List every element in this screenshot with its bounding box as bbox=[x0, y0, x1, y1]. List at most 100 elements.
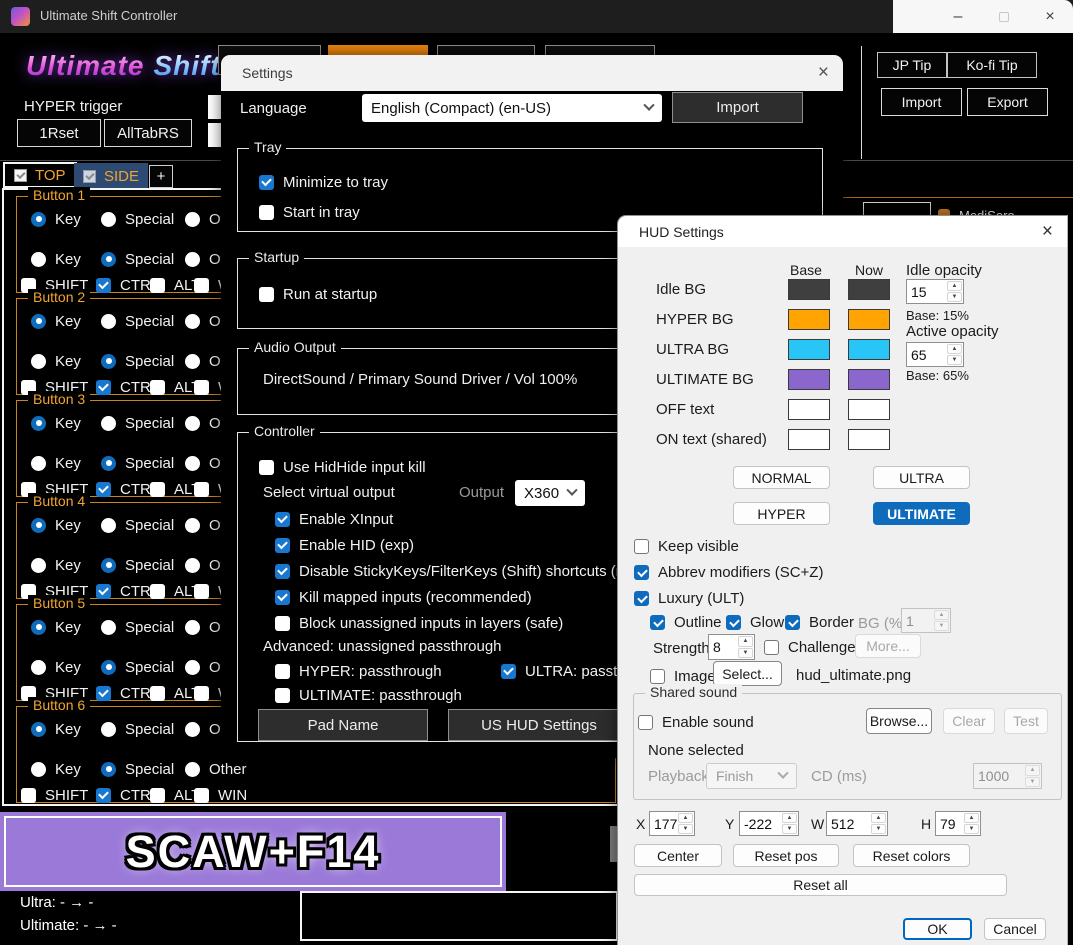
color-swatch-base[interactable] bbox=[788, 429, 830, 450]
checkbox-icon[interactable] bbox=[634, 539, 649, 554]
checkbox-icon[interactable] bbox=[194, 482, 209, 497]
checkbox-shift[interactable]: SHIFT bbox=[21, 785, 88, 805]
checkbox-icon[interactable] bbox=[634, 565, 649, 580]
radio-special-2[interactable]: Special bbox=[101, 555, 174, 575]
radio-icon[interactable] bbox=[185, 518, 200, 533]
idle-opacity-spinner[interactable]: 15 ▲▼ bbox=[906, 279, 964, 304]
outline-checkbox[interactable]: Outline bbox=[650, 612, 722, 633]
checkbox-icon[interactable] bbox=[650, 669, 665, 684]
jp-tip-button[interactable]: JP Tip bbox=[877, 52, 947, 78]
radio-key-2[interactable]: Key bbox=[31, 249, 81, 269]
radio-icon[interactable] bbox=[31, 518, 46, 533]
checkbox-icon[interactable] bbox=[275, 538, 290, 553]
checkbox-alt[interactable]: ALT bbox=[150, 683, 200, 703]
checkbox-icon[interactable] bbox=[259, 287, 274, 302]
radio-key-2[interactable]: Key bbox=[31, 657, 81, 677]
color-swatch-now[interactable] bbox=[848, 399, 890, 420]
hyper-passthrough-checkbox[interactable]: HYPER: passthrough bbox=[275, 661, 442, 681]
us-hud-settings-button[interactable]: US HUD Settings bbox=[448, 709, 630, 741]
spinner-up-icon[interactable]: ▲ bbox=[678, 813, 693, 823]
radio-key[interactable]: Key bbox=[31, 413, 81, 433]
radio-key[interactable]: Key bbox=[31, 617, 81, 637]
kofi-tip-button[interactable]: Ko-fi Tip bbox=[947, 52, 1037, 78]
color-swatch-base[interactable] bbox=[788, 309, 830, 330]
cancel-button[interactable]: Cancel bbox=[984, 918, 1046, 940]
block-unassigned-checkbox[interactable]: Block unassigned inputs in layers (safe) bbox=[275, 613, 563, 633]
color-swatch-now[interactable] bbox=[848, 309, 890, 330]
checkbox-icon[interactable] bbox=[726, 615, 741, 630]
language-import-button[interactable]: Import bbox=[672, 92, 803, 123]
radio-other-2[interactable]: Other bbox=[185, 759, 247, 779]
color-swatch-base[interactable] bbox=[788, 279, 830, 300]
checkbox-icon[interactable] bbox=[21, 788, 36, 803]
language-select[interactable]: English (Compact) (en-US) bbox=[362, 94, 662, 122]
checkbox-icon[interactable] bbox=[275, 564, 290, 579]
checkbox-icon[interactable] bbox=[764, 640, 779, 655]
radio-icon[interactable] bbox=[101, 620, 116, 635]
radio-key[interactable]: Key bbox=[31, 719, 81, 739]
minimize-button[interactable]: – bbox=[935, 0, 981, 33]
radio-icon[interactable] bbox=[31, 620, 46, 635]
radio-icon[interactable] bbox=[101, 762, 116, 777]
checkbox-icon[interactable] bbox=[785, 615, 800, 630]
normal-mode-button[interactable]: NORMAL bbox=[733, 466, 830, 489]
maximize-button[interactable] bbox=[981, 0, 1027, 33]
checkbox-icon[interactable] bbox=[96, 482, 111, 497]
radio-special[interactable]: Special bbox=[101, 617, 174, 637]
radio-icon[interactable] bbox=[101, 354, 116, 369]
radio-key[interactable]: Key bbox=[31, 515, 81, 535]
radio-icon[interactable] bbox=[185, 558, 200, 573]
ultimate-passthrough-checkbox[interactable]: ULTIMATE: passthrough bbox=[275, 685, 462, 705]
checkbox-icon[interactable] bbox=[275, 688, 290, 703]
import-config-button[interactable]: Import bbox=[881, 88, 962, 116]
radio-icon[interactable] bbox=[101, 416, 116, 431]
color-swatch-now[interactable] bbox=[848, 429, 890, 450]
reset-pos-button[interactable]: Reset pos bbox=[733, 844, 839, 867]
spinner-down-icon[interactable]: ▼ bbox=[947, 355, 962, 365]
radio-key[interactable]: Key bbox=[31, 311, 81, 331]
ultra-mode-button[interactable]: ULTRA bbox=[873, 466, 970, 489]
radio-key-2[interactable]: Key bbox=[31, 555, 81, 575]
spinner-down-icon[interactable]: ▼ bbox=[678, 824, 693, 834]
checkbox-alt[interactable]: ALT bbox=[150, 479, 200, 499]
checkbox-icon[interactable] bbox=[275, 664, 290, 679]
checkbox-icon[interactable] bbox=[501, 664, 516, 679]
spinner-up-icon[interactable]: ▲ bbox=[738, 636, 753, 647]
radio-icon[interactable] bbox=[31, 252, 46, 267]
abbrev-modifiers-checkbox[interactable]: Abbrev modifiers (SC+Z) bbox=[634, 562, 823, 583]
checkbox-icon[interactable] bbox=[96, 584, 111, 599]
spinner-down-icon[interactable]: ▼ bbox=[871, 824, 886, 834]
spinner-down-icon[interactable]: ▼ bbox=[947, 292, 962, 302]
radio-icon[interactable] bbox=[31, 456, 46, 471]
radio-icon[interactable] bbox=[185, 354, 200, 369]
hyper-mode-button[interactable]: HYPER bbox=[733, 502, 830, 525]
radio-icon[interactable] bbox=[185, 314, 200, 329]
start-in-tray-checkbox[interactable]: Start in tray bbox=[259, 202, 360, 222]
radio-icon[interactable] bbox=[101, 558, 116, 573]
ultimate-mode-button[interactable]: ULTIMATE bbox=[873, 502, 970, 525]
radio-icon[interactable] bbox=[31, 558, 46, 573]
output-select[interactable]: X360 bbox=[515, 480, 585, 506]
radio-icon[interactable] bbox=[185, 660, 200, 675]
keep-visible-checkbox[interactable]: Keep visible bbox=[634, 536, 739, 557]
color-swatch-base[interactable] bbox=[788, 399, 830, 420]
checkbox-alt[interactable]: ALT bbox=[150, 377, 200, 397]
checkbox-icon[interactable] bbox=[194, 380, 209, 395]
spinner-down-icon[interactable]: ▼ bbox=[964, 824, 979, 834]
radio-icon[interactable] bbox=[101, 660, 116, 675]
checkbox-alt[interactable]: ALT bbox=[150, 275, 200, 295]
rset-button[interactable]: 1Rset bbox=[17, 119, 101, 147]
checkbox-icon[interactable] bbox=[259, 175, 274, 190]
checkbox-alt[interactable]: ALT bbox=[150, 581, 200, 601]
radio-icon[interactable] bbox=[185, 620, 200, 635]
checkbox-icon[interactable] bbox=[96, 686, 111, 701]
y-spinner[interactable]: -222 ▲▼ bbox=[739, 811, 799, 836]
checkbox-win[interactable]: WIN bbox=[194, 785, 247, 805]
radio-key-2[interactable]: Key bbox=[31, 453, 81, 473]
checkbox-icon[interactable] bbox=[275, 512, 290, 527]
checkbox-icon[interactable] bbox=[275, 590, 290, 605]
tab-top[interactable]: TOP bbox=[3, 162, 77, 188]
checkbox-icon[interactable] bbox=[275, 616, 290, 631]
run-at-startup-checkbox[interactable]: Run at startup bbox=[259, 284, 377, 304]
enable-xinput-checkbox[interactable]: Enable XInput bbox=[275, 509, 393, 529]
